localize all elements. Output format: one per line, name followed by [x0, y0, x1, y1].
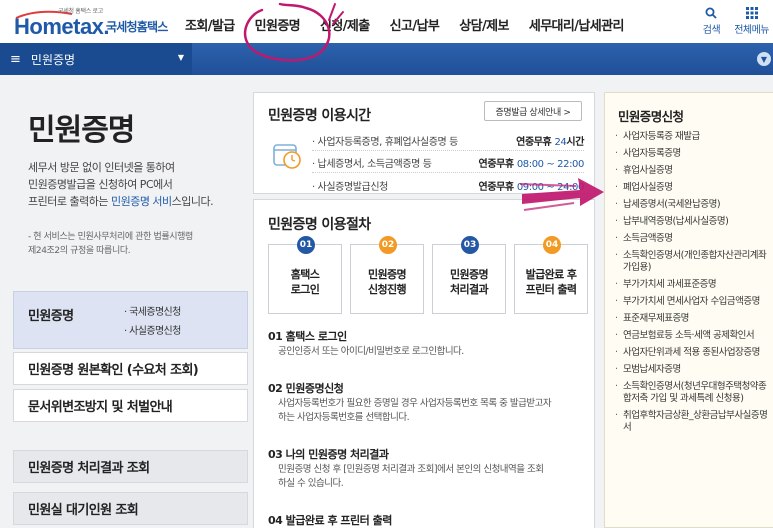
certificate-link[interactable]: 표준재무제표증명	[615, 313, 773, 325]
step-4-heading: 04 발급완료 후 프린터 출력	[268, 514, 392, 527]
step-number-badge: 01	[297, 236, 315, 254]
legal-note-line-1: - 현 서비스는 민원사무처리에 관한 법률시행령	[28, 232, 193, 242]
all-menu-label: 전체메뉴	[734, 25, 769, 36]
step-1-heading: 01 홈택스 로그인	[268, 330, 347, 343]
detail-guide-button[interactable]: 증명발급 상세안내 >	[484, 101, 582, 121]
main-nav: 조회/발급 민원증명 신청/제출 신고/납부 상담/제보 세무대리/납세관리	[185, 15, 644, 34]
hours-row: · 납세증명서, 소득금액증명 등 연중무휴 08:00 ~ 22:00	[312, 153, 584, 173]
current-menu-label: 민원증명	[30, 52, 76, 67]
nav-application-submit[interactable]: 신청/제출	[320, 15, 370, 34]
step-card: 03 민원증명 처리결과	[432, 236, 506, 314]
step-number-badge: 04	[543, 236, 561, 254]
nav-inquiry-issue[interactable]: 조회/발급	[185, 15, 235, 34]
certificate-link[interactable]: 소득금액증명	[615, 233, 773, 245]
procedure-steps: 01 홈택스 로그인 02 민원증명 신청진행 03 민원증명 처리결과 04 발급완…	[268, 236, 588, 314]
certificate-list: 사업자등록증 재발급 사업자등록증명 휴업사실증명 폐업사실증명 납세증명서(국…	[615, 131, 773, 439]
step-number-badge: 02	[379, 236, 397, 254]
logo-korean-text: 국세청홈택스	[106, 20, 168, 34]
certificate-link[interactable]: 납세증명서(국세완납증명)	[615, 199, 773, 211]
chevron-down-circle-icon[interactable]: ▼	[757, 52, 771, 66]
nav-report-payment[interactable]: 신고/납부	[390, 15, 440, 34]
step-label: 홈택스 로그인	[290, 268, 320, 296]
certificate-link[interactable]: 납부내역증명(납세사실증명)	[615, 216, 773, 228]
calendar-clock-icon	[273, 144, 301, 169]
certificate-link[interactable]: 사업자등록증명	[615, 148, 773, 160]
step-2-description: 사업자등록번호가 필요한 증명일 경우 사업자등록번호 목록 중 발급받고자 하는…	[278, 398, 552, 423]
step-card: 04 발급완료 후 프린터 출력	[514, 236, 588, 314]
left-nav-civil-certificate[interactable]: 민원증명 · 국세증명신청 · 사실증명신청	[13, 291, 248, 349]
step-card: 01 홈택스 로그인	[268, 236, 342, 314]
sublink-national-tax-cert[interactable]: · 국세증명신청	[124, 303, 181, 322]
step-2-heading: 02 민원증명신청	[268, 382, 344, 395]
hours-row-value: 연중무휴 08:00 ~ 22:00	[478, 159, 585, 170]
step-number-badge: 03	[461, 236, 479, 254]
certificate-link[interactable]: 사업자단위과세 적용 종된사업장증명	[615, 347, 773, 359]
procedure-title: 민원증명 이용절차	[268, 217, 371, 233]
all-menu-button[interactable]: 전체메뉴	[734, 5, 769, 36]
left-nav-waiting-count[interactable]: 민원실 대기인원 조회	[13, 492, 248, 525]
hometax-logo[interactable]: 국세청 홈택스 로고 Hometax. 국세청홈택스	[14, 6, 168, 39]
search-icon	[705, 5, 718, 21]
header-utilities: 검색 전체메뉴	[703, 5, 769, 36]
panel-title: 민원증명신청	[618, 109, 684, 124]
hours-row-label: · 납세증명서, 소득금액증명 등	[312, 159, 432, 170]
left-nav-original-check[interactable]: 민원증명 원본확인 (수요처 조회)	[13, 352, 248, 385]
certificate-link[interactable]: 휴업사실증명	[615, 165, 773, 177]
search-label: 검색	[702, 25, 721, 36]
step-card: 02 민원증명 신청진행	[350, 236, 424, 314]
certificate-link[interactable]: 연금보험료등 소득·세액 공제확인서	[615, 330, 773, 342]
certificate-link[interactable]: 사업자등록증 재발급	[615, 131, 773, 143]
certificate-link[interactable]: 부가가치세 면세사업자 수입금액증명	[615, 296, 773, 308]
certificate-link[interactable]: 취업후학자금상환_상환금납부사실증명서	[615, 410, 773, 434]
step-3-heading: 03 나의 민원증명 처리결과	[268, 448, 389, 461]
intro-line-3a: 프린터로 출력하는	[28, 195, 111, 208]
procedure-card: 민원증명 이용절차 01 홈택스 로그인 02 민원증명 신청진행 03 민원증명 처…	[253, 199, 595, 528]
nav-civil-certificate[interactable]: 민원증명	[255, 15, 301, 34]
hours-row-label: · 사업자등록증명, 휴폐업사실증명 등	[312, 137, 458, 148]
step-3-description: 민원증명 신청 후 [민원증명 처리결과 조회]에서 본인의 신청내역을 조회 하…	[278, 464, 544, 489]
certificate-link[interactable]: 소득확인증명서(청년우대형주택청약종합저축 가입 및 과세특례 신청용)	[615, 381, 773, 405]
intro-line-2: 민원증명발급을 신청하여 PC에서	[28, 178, 173, 191]
sub-menu-bar: ≡ 민원증명 ▼ ▼	[0, 43, 773, 75]
hours-row: · 사실증명발급신청 연중무휴 09:00 ~ 24:00	[312, 175, 584, 195]
intro-line-1: 세무서 방문 없이 인터넷을 통하여	[28, 161, 175, 174]
legal-note: - 현 서비스는 민원사무처리에 관한 법률시행령 제24조2의 규정을 따릅니…	[28, 230, 238, 258]
intro-line-3: 프린터로 출력하는 민원증명 서비스입니다.	[28, 193, 238, 210]
current-menu-dropdown[interactable]: ≡ 민원증명 ▼	[0, 43, 192, 75]
left-nav-sublinks: · 국세증명신청 · 사실증명신청	[124, 303, 181, 341]
left-nav-title: 민원증명	[28, 309, 74, 324]
certificate-link[interactable]: 소득확인증명서(개인종합자산관리계좌 가입용)	[615, 250, 773, 274]
certificate-link[interactable]: 폐업사실증명	[615, 182, 773, 194]
logo-text: Hometax.	[14, 14, 110, 39]
step-label: 민원증명 처리결과	[449, 268, 489, 296]
step-label: 민원증명 신청진행	[367, 268, 407, 296]
top-header: 국세청 홈택스 로고 Hometax. 국세청홈택스 조회/발급 민원증명 신청…	[0, 0, 773, 43]
certificate-link[interactable]: 부가가치세 과세표준증명	[615, 279, 773, 291]
hours-row-label: · 사실증명발급신청	[312, 181, 388, 193]
caret-down-icon: ▼	[177, 53, 184, 62]
step-1-description: 공인인증서 또는 아이디/비밀번호로 로그인합니다.	[278, 346, 464, 357]
certificate-link[interactable]: 모범납세자증명	[615, 364, 773, 376]
page-title: 민원증명	[28, 113, 135, 148]
service-hours-card: 민원증명 이용시간 증명발급 상세안내 > · 사업자등록증명, 휴폐업사실증명…	[253, 92, 595, 194]
search-button[interactable]: 검색	[702, 5, 721, 36]
certificate-application-panel: 민원증명신청 사업자등록증 재발급 사업자등록증명 휴업사실증명 폐업사실증명 …	[604, 92, 773, 528]
intro-highlight: 민원증명 서비	[110, 195, 172, 208]
hours-row-value: 연중무휴 24시간	[516, 137, 584, 148]
left-nav-result-inquiry[interactable]: 민원증명 처리결과 조회	[13, 450, 248, 483]
nav-consult-report[interactable]: 상담/제보	[459, 15, 509, 34]
legal-note-line-2: 제24조2의 규정을 따릅니다.	[28, 246, 131, 256]
left-nav-forgery-prevention[interactable]: 문서위변조방지 및 처벌안내	[13, 389, 248, 422]
sublink-fact-cert[interactable]: · 사실증명신청	[124, 322, 181, 341]
intro-text: 세무서 방문 없이 인터넷을 통하여 민원증명발급을 신청하여 PC에서 프린터…	[28, 159, 238, 210]
hours-row-value: 연중무휴 09:00 ~ 24:00	[478, 181, 585, 193]
grid-menu-icon	[745, 5, 758, 21]
hamburger-icon: ≡	[10, 51, 21, 67]
page-content: 민원증명 세무서 방문 없이 인터넷을 통하여 민원증명발급을 신청하여 PC에…	[0, 75, 773, 528]
step-label: 발급완료 후 프린터 출력	[525, 268, 577, 296]
service-hours-title: 민원증명 이용시간	[268, 108, 371, 124]
intro-line-3c: 스입니다.	[171, 195, 214, 208]
nav-tax-agent[interactable]: 세무대리/납세관리	[529, 15, 625, 34]
hours-row: · 사업자등록증명, 휴폐업사실증명 등 연중무휴 24시간	[312, 131, 584, 151]
